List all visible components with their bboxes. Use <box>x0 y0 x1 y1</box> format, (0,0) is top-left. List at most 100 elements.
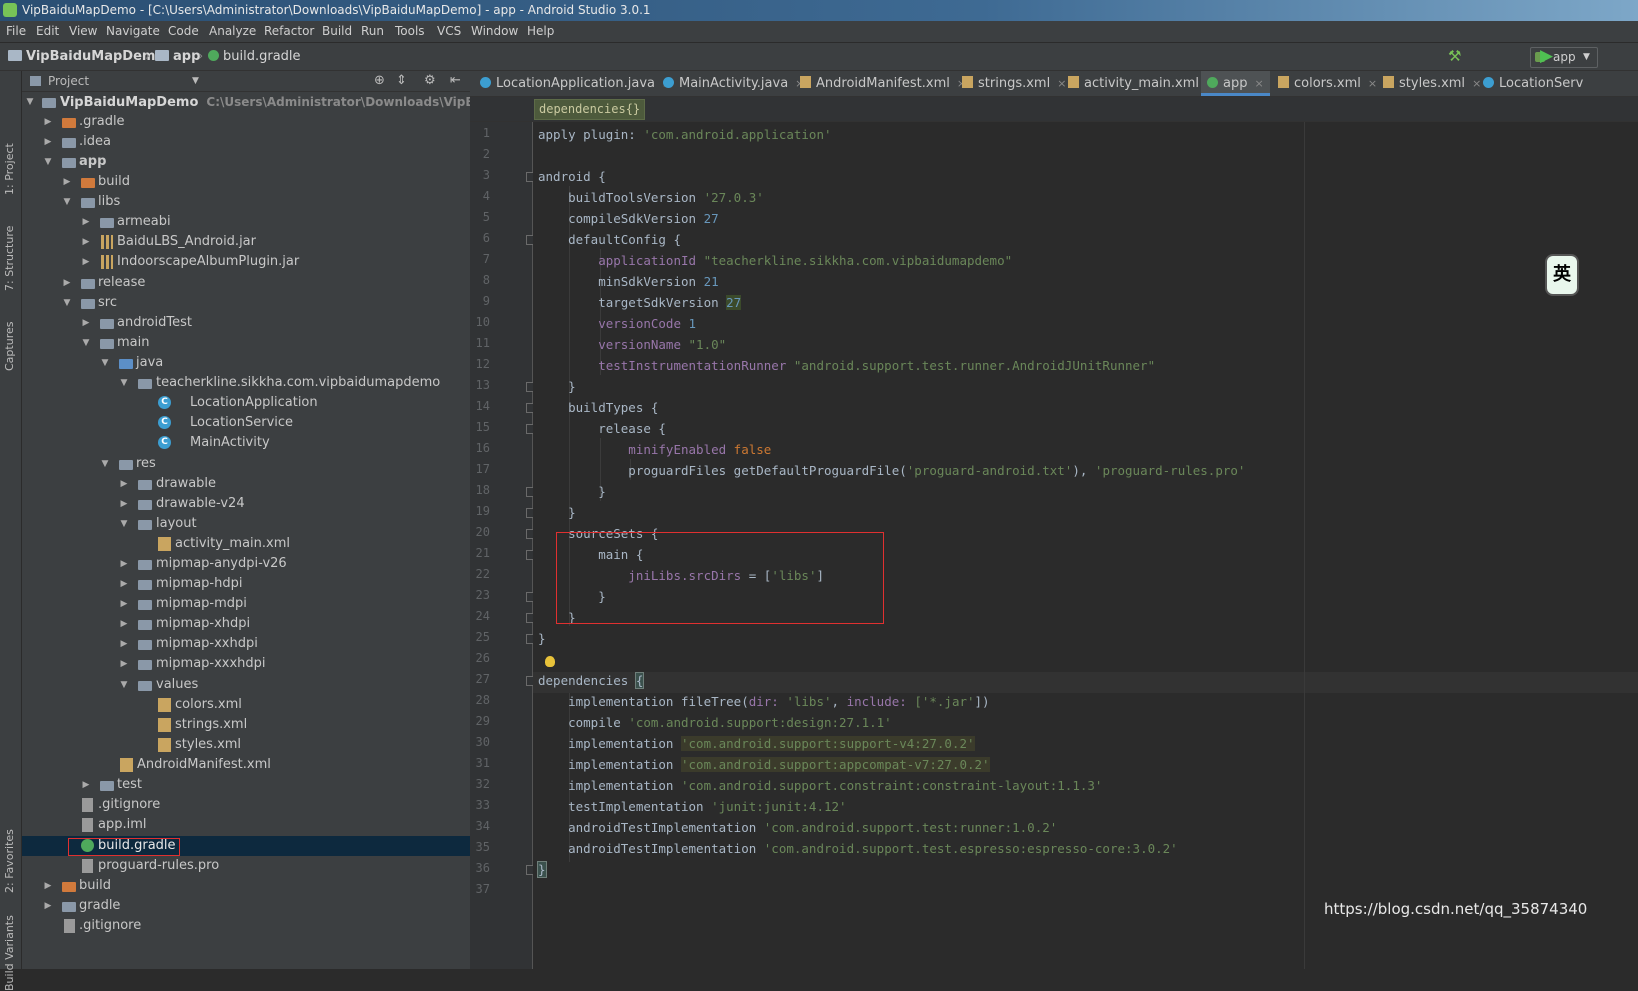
tree-item[interactable]: ▶ .idea <box>22 132 489 152</box>
chevron-right-icon[interactable]: ▶ <box>118 574 130 594</box>
tree-item[interactable]: ▼ libs <box>22 192 489 212</box>
chevron-down-icon[interactable]: ▼ <box>61 192 73 212</box>
menu-code[interactable]: Code <box>168 21 199 42</box>
nav-project[interactable]: VipBaiduMapDemo <box>8 43 164 70</box>
tree-item[interactable]: ▼ src <box>22 293 489 313</box>
tree-item[interactable]: ▼ layout <box>22 514 489 534</box>
chevron-right-icon[interactable]: ▶ <box>61 273 73 293</box>
chevron-right-icon[interactable]: ▶ <box>80 775 92 795</box>
menu-help[interactable]: Help <box>527 21 554 42</box>
close-icon[interactable]: × <box>1472 77 1481 90</box>
tree-item-root[interactable]: ▼ VipBaiduMapDemo C:\Users\Administrator\… <box>22 92 489 112</box>
chevron-right-icon[interactable]: ▶ <box>118 554 130 574</box>
tree-item[interactable]: ▶ mipmap-anydpi-v26 <box>22 554 489 574</box>
tree-item[interactable]: app.iml <box>22 815 489 835</box>
lightbulb-icon[interactable] <box>545 656 555 667</box>
tab-app-build-gradle[interactable]: app × <box>1201 71 1270 96</box>
chevron-right-icon[interactable]: ▶ <box>118 474 130 494</box>
menu-file[interactable]: File <box>6 21 26 42</box>
menu-tools[interactable]: Tools <box>395 21 425 42</box>
collapse-all-icon[interactable]: ⇕ <box>396 71 407 91</box>
run-icon[interactable]: ▶ <box>1540 46 1553 66</box>
tree-item[interactable]: ▶ mipmap-xxxhdpi <box>22 654 489 674</box>
hide-panel-icon[interactable]: ⇤ <box>450 71 461 91</box>
tree-item[interactable]: ▶ build <box>22 172 489 192</box>
chevron-right-icon[interactable]: ▶ <box>42 112 54 132</box>
nav-file[interactable]: build.gradle <box>208 43 301 70</box>
tree-item[interactable]: ▼ teacherkline.sikkha.com.vipbaidumapdemo <box>22 373 489 393</box>
chevron-down-icon[interactable]: ▼ <box>99 353 111 373</box>
chevron-right-icon[interactable]: ▶ <box>118 614 130 634</box>
chevron-down-icon[interactable]: ▼ <box>42 152 54 172</box>
tree-item[interactable]: .gitignore <box>22 795 489 815</box>
tree-item[interactable]: AndroidManifest.xml <box>22 755 489 775</box>
tab-colors[interactable]: colors.xml × <box>1278 71 1377 96</box>
tool-window-build-variants[interactable]: Build Variants <box>3 915 16 991</box>
chevron-right-icon[interactable]: ▶ <box>80 212 92 232</box>
tree-item[interactable]: ▼ java <box>22 353 489 373</box>
tree-item[interactable]: ▶ test <box>22 775 489 795</box>
hammer-icon[interactable]: ⚒ <box>1448 47 1461 65</box>
chevron-right-icon[interactable]: ▶ <box>118 494 130 514</box>
close-icon[interactable]: × <box>1368 77 1377 90</box>
menu-analyze[interactable]: Analyze <box>209 21 256 42</box>
tree-item[interactable]: ▶ IndoorscapeAlbumPlugin.jar <box>22 252 489 272</box>
tab-activity-main[interactable]: activity_main.xml× <box>1068 71 1215 96</box>
scroll-from-source-icon[interactable]: ⊕ <box>374 71 385 91</box>
tab-strings[interactable]: strings.xml × <box>962 71 1066 96</box>
tree-item[interactable]: ▶ androidTest <box>22 313 489 333</box>
tree-item[interactable]: ▼ res <box>22 454 489 474</box>
close-icon[interactable]: × <box>1057 77 1066 90</box>
tree-item[interactable]: ▼ app <box>22 152 489 172</box>
tool-window-structure[interactable]: 7: Structure <box>3 226 16 291</box>
chevron-down-icon[interactable]: ▼ <box>80 333 92 353</box>
chevron-down-icon[interactable]: ▼ <box>99 454 111 474</box>
tree-item[interactable]: ▶ .gradle <box>22 112 489 132</box>
menu-navigate[interactable]: Navigate <box>106 21 160 42</box>
tool-window-captures[interactable]: Captures <box>3 322 16 371</box>
tree-item[interactable]: activity_main.xml <box>22 534 489 554</box>
tree-item[interactable]: colors.xml <box>22 695 489 715</box>
tree-item[interactable]: ▶ mipmap-mdpi <box>22 594 489 614</box>
tool-window-project[interactable]: 1: Project <box>3 143 16 195</box>
tree-item[interactable]: ▼ main <box>22 333 489 353</box>
tree-item[interactable]: ▶ drawable <box>22 474 489 494</box>
tree-item[interactable]: ▶ mipmap-xxhdpi <box>22 634 489 654</box>
close-icon[interactable]: × <box>1254 77 1263 90</box>
menu-edit[interactable]: Edit <box>36 21 59 42</box>
menu-vcs[interactable]: VCS <box>437 21 461 42</box>
chevron-down-icon[interactable]: ▼ <box>118 373 130 393</box>
chevron-right-icon[interactable]: ▶ <box>42 132 54 152</box>
tool-window-favorites[interactable]: 2: Favorites <box>3 829 16 893</box>
tab-location-application[interactable]: LocationApplication.java× <box>480 71 671 96</box>
tree-item[interactable]: ▶ BaiduLBS_Android.jar <box>22 232 489 252</box>
tree-item[interactable]: styles.xml <box>22 735 489 755</box>
chevron-down-icon[interactable]: ▼ <box>118 675 130 695</box>
chevron-right-icon[interactable]: ▶ <box>61 172 73 192</box>
tree-item[interactable]: ▶ build <box>22 876 489 896</box>
project-view-selector[interactable]: Project <box>48 71 89 91</box>
tree-item[interactable]: ▶ mipmap-hdpi <box>22 574 489 594</box>
tree-item[interactable]: C LocationService <box>22 413 489 433</box>
tab-main-activity[interactable]: MainActivity.java× <box>663 71 804 96</box>
tree-item[interactable]: ▶ drawable-v24 <box>22 494 489 514</box>
chevron-down-icon[interactable]: ▼ <box>24 92 36 112</box>
menu-view[interactable]: View <box>69 21 97 42</box>
tree-item[interactable]: ▼ values <box>22 675 489 695</box>
tree-item[interactable]: ▶ gradle <box>22 896 489 916</box>
chevron-right-icon[interactable]: ▶ <box>42 876 54 896</box>
tab-location-service[interactable]: LocationServ <box>1483 71 1583 96</box>
chevron-down-icon[interactable]: ▼ <box>192 71 199 91</box>
tree-item[interactable]: C LocationApplication <box>22 393 489 413</box>
chevron-down-icon[interactable]: ▼ <box>118 514 130 534</box>
tab-styles[interactable]: styles.xml × <box>1383 71 1481 96</box>
chevron-right-icon[interactable]: ▶ <box>118 654 130 674</box>
nav-module[interactable]: app <box>155 43 200 70</box>
menu-run[interactable]: Run <box>361 21 384 42</box>
chevron-right-icon[interactable]: ▶ <box>80 232 92 252</box>
breadcrumb-dependencies[interactable]: dependencies{} <box>534 99 646 120</box>
tree-item[interactable]: .gitignore <box>22 916 489 936</box>
gear-icon[interactable]: ⚙ <box>424 71 436 91</box>
tree-item[interactable]: C MainActivity <box>22 433 489 453</box>
tree-item[interactable]: ▶ armeabi <box>22 212 489 232</box>
